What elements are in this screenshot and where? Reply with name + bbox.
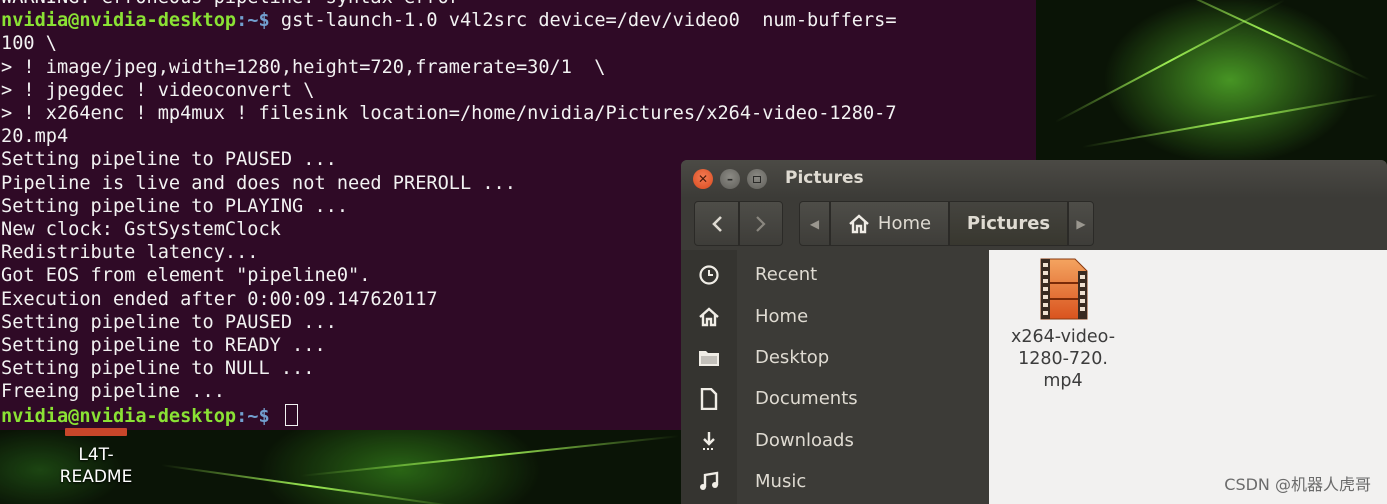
video-file-icon bbox=[1040, 258, 1088, 320]
download-icon bbox=[698, 430, 720, 452]
sidebar-item-label: Downloads bbox=[755, 430, 854, 451]
file-icon bbox=[65, 428, 127, 436]
prompt-path: :~$ bbox=[236, 10, 270, 32]
wallpaper-streak bbox=[1160, 0, 1370, 81]
breadcrumb-home-label: Home bbox=[877, 213, 932, 234]
sidebar-item-documents[interactable]: Documents bbox=[681, 378, 989, 419]
terminal-line: nvidia@nvidia-desktop:~$ gst-launch-1.0 … bbox=[0, 9, 1036, 32]
command-text: gst-launch-1.0 v4l2src device=/dev/video… bbox=[269, 10, 897, 32]
folder-icon bbox=[698, 347, 720, 369]
places-sidebar: Recent Home Desktop Documents Downloads bbox=[681, 250, 989, 504]
maximize-button[interactable] bbox=[747, 169, 767, 189]
file-name: x264-video- 1280-720. mp4 bbox=[1010, 327, 1116, 391]
sidebar-item-label: Music bbox=[755, 471, 807, 492]
close-icon: ✕ bbox=[697, 172, 709, 186]
sidebar-item-recent[interactable]: Recent bbox=[681, 254, 989, 295]
breadcrumb-scroll-right[interactable]: ▶ bbox=[1068, 201, 1094, 246]
sidebar-item-label: Recent bbox=[755, 264, 818, 285]
file-view[interactable]: x264-video- 1280-720. mp4 bbox=[989, 250, 1387, 504]
close-button[interactable]: ✕ bbox=[693, 169, 713, 189]
prompt-path: :~$ bbox=[236, 405, 270, 427]
window-title: Pictures bbox=[785, 168, 864, 188]
title-bar[interactable]: ✕ – Pictures bbox=[681, 160, 1387, 198]
minimize-icon: – bbox=[727, 172, 733, 186]
prompt-user: nvidia@nvidia-desktop bbox=[1, 405, 237, 427]
desktop-icon-label: L4T- README bbox=[59, 445, 133, 487]
caret-left-icon: ◀ bbox=[809, 216, 820, 231]
sidebar-item-home[interactable]: Home bbox=[681, 296, 989, 337]
terminal-line: WARNING: erroneous pipeline: syntax erro… bbox=[0, 0, 1036, 9]
music-icon bbox=[698, 471, 720, 493]
caret-right-icon: ▶ bbox=[1076, 216, 1086, 231]
terminal-line: > ! jpegdec ! videoconvert \ bbox=[1, 79, 315, 101]
breadcrumb-scroll-left[interactable]: ◀ bbox=[799, 201, 830, 246]
file-manager-window: ✕ – Pictures ◀ Home Pictures ▶ Recent Ho… bbox=[681, 160, 1387, 504]
terminal-line: 100 \ bbox=[1, 33, 57, 55]
terminal-line: > ! x264enc ! mp4mux ! filesink location… bbox=[1, 103, 897, 125]
wallpaper-streak bbox=[300, 435, 680, 477]
chevron-right-icon bbox=[756, 215, 766, 232]
file-item-video[interactable]: x264-video- 1280-720. mp4 bbox=[1003, 258, 1123, 392]
terminal-line: 20.mp4 bbox=[1, 126, 69, 148]
maximize-icon bbox=[753, 175, 761, 183]
command-text bbox=[270, 406, 281, 427]
sidebar-item-label: Documents bbox=[755, 388, 858, 409]
document-icon bbox=[698, 387, 720, 410]
prompt-user: nvidia@nvidia-desktop bbox=[1, 10, 237, 32]
home-icon bbox=[698, 306, 720, 328]
sidebar-item-label: Home bbox=[755, 306, 809, 327]
breadcrumb-home[interactable]: Home bbox=[830, 201, 949, 246]
sidebar-item-desktop[interactable]: Desktop bbox=[681, 337, 989, 378]
terminal-line: > ! image/jpeg,width=1280,height=720,fra… bbox=[1, 56, 606, 78]
terminal-cursor bbox=[284, 403, 298, 426]
forward-button[interactable] bbox=[739, 201, 783, 246]
wallpaper-streak bbox=[161, 464, 459, 504]
watermark: CSDN @机器人虎哥 bbox=[1224, 475, 1371, 494]
sidebar-item-label: Desktop bbox=[755, 347, 830, 368]
chevron-left-icon bbox=[711, 215, 722, 232]
desktop-icon-l4t-readme[interactable]: L4T- README bbox=[40, 428, 152, 488]
breadcrumb-pictures-label: Pictures bbox=[966, 213, 1051, 234]
wallpaper-streak bbox=[1054, 0, 1286, 123]
sidebar-item-music[interactable]: Music bbox=[681, 461, 989, 502]
sidebar-item-downloads[interactable]: Downloads bbox=[681, 420, 989, 461]
wallpaper-streak bbox=[1082, 93, 1378, 149]
breadcrumb-pictures[interactable]: Pictures bbox=[949, 201, 1068, 246]
back-button[interactable] bbox=[694, 201, 739, 246]
minimize-button[interactable]: – bbox=[720, 169, 740, 189]
home-icon bbox=[849, 213, 869, 233]
clock-icon bbox=[698, 264, 720, 286]
